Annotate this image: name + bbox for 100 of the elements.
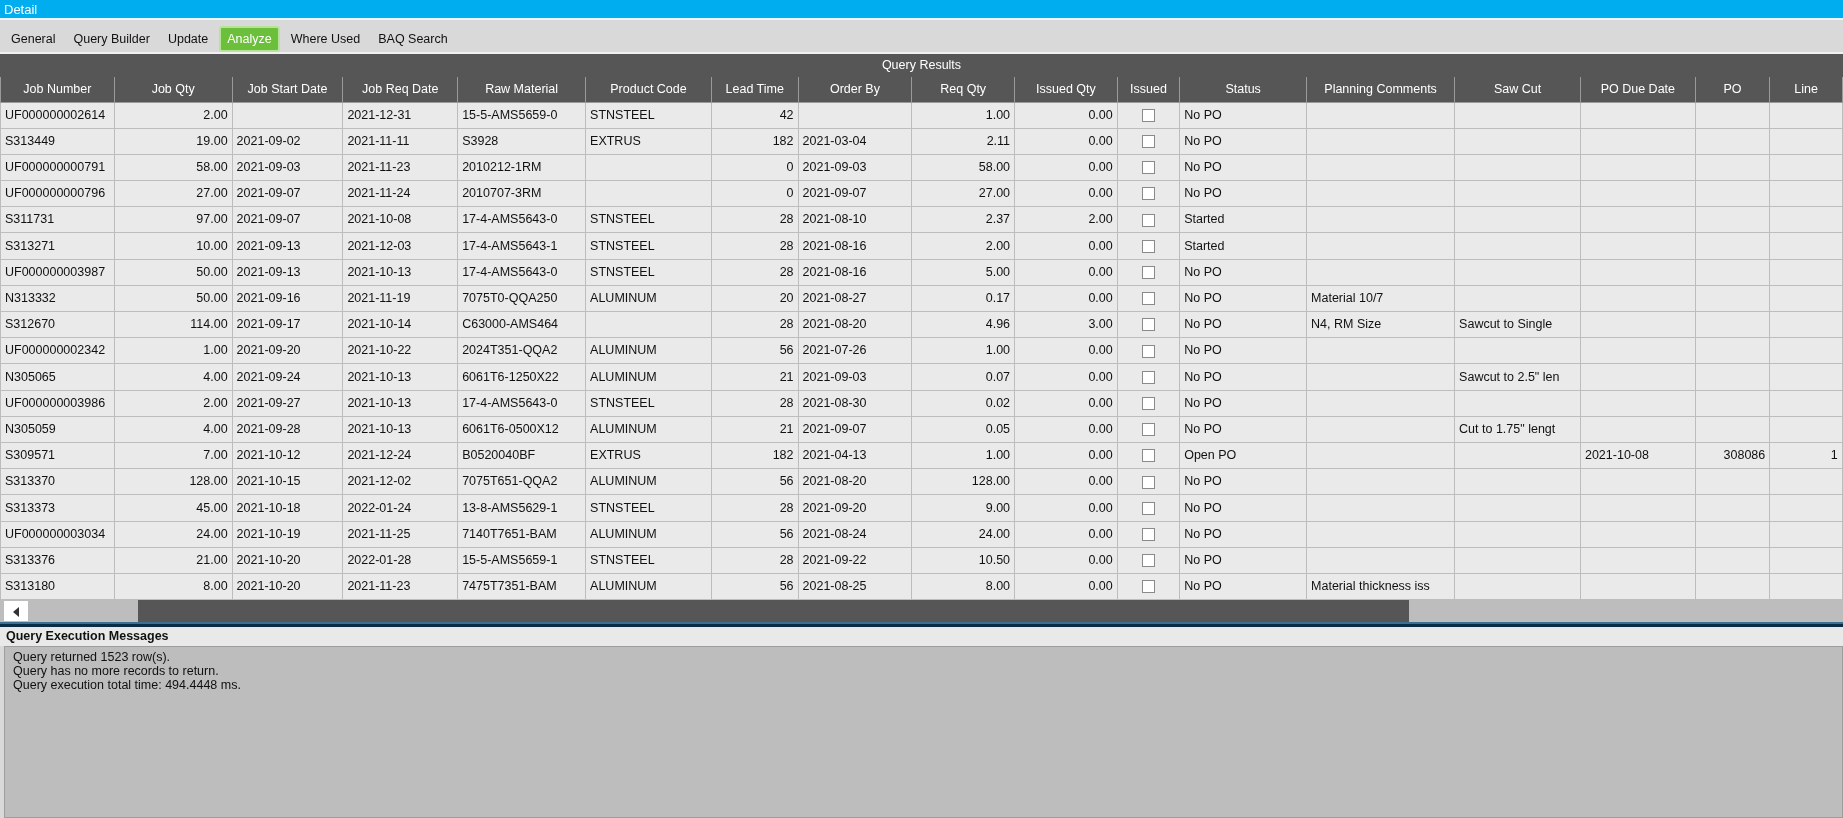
table-cell: 2021-10-18 [232, 494, 343, 521]
table-cell: 182 [711, 128, 799, 155]
table-cell: No PO [1179, 102, 1307, 129]
tab[interactable]: General [4, 26, 63, 52]
table-cell: 2.00 [114, 102, 233, 129]
checkbox[interactable] [1141, 135, 1155, 149]
column-header[interactable]: Planning Comments [1306, 77, 1455, 102]
table-cell: STNSTEEL [585, 547, 712, 574]
column-header[interactable]: Raw Material [457, 77, 586, 102]
table-cell: 21.00 [114, 547, 233, 574]
column-header[interactable]: PO [1695, 77, 1770, 102]
window-title: Detail [0, 0, 1843, 20]
checkbox[interactable] [1141, 266, 1155, 280]
tab[interactable]: Query Builder [66, 26, 157, 52]
table-cell: 128.00 [911, 468, 1015, 495]
checkbox[interactable] [1141, 213, 1155, 227]
table-cell: 15-5-AMS5659-0 [457, 102, 586, 129]
table-cell: 21 [711, 363, 799, 391]
table-cell: 2021-10-20 [232, 573, 343, 600]
table-cell: 2.11 [911, 128, 1015, 155]
table-cell: 56 [711, 521, 799, 548]
table-cell: Sawcut to Single [1454, 311, 1581, 338]
tab[interactable]: Update [160, 26, 216, 52]
table-cell: 17-4-AMS5643-0 [457, 390, 586, 417]
table-cell: 0.00 [1014, 285, 1118, 312]
column-header[interactable]: Order By [798, 77, 912, 102]
table-cell: S313373 [0, 494, 115, 521]
checkbox[interactable] [1141, 475, 1155, 489]
table-cell: 2010707-3RM [457, 180, 586, 207]
table-cell: 4.96 [911, 311, 1015, 338]
column-header[interactable]: Req Qty [911, 77, 1015, 102]
checkbox[interactable] [1141, 318, 1155, 332]
checkbox[interactable] [1141, 501, 1155, 515]
table-cell: 5.00 [911, 259, 1015, 286]
table-cell: ALUMINUM [585, 573, 712, 600]
tab[interactable]: BAQ Search [371, 26, 455, 52]
table-cell: 2021-11-23 [342, 573, 458, 600]
table-cell: 0.00 [1014, 468, 1118, 495]
checkbox[interactable] [1141, 344, 1155, 358]
table-cell: N305065 [0, 363, 115, 391]
table-cell: N313332 [0, 285, 115, 312]
table-cell: UF000000000796 [0, 180, 115, 207]
messages-title: Query Execution Messages [0, 627, 1843, 647]
checkbox[interactable] [1141, 527, 1155, 541]
table-cell: 0.00 [1014, 128, 1118, 155]
checkbox[interactable] [1141, 449, 1155, 463]
table-cell: 56 [711, 468, 799, 495]
table-cell: No PO [1179, 390, 1307, 417]
column-header[interactable]: Job Req Date [342, 77, 458, 102]
table-cell: 2021-11-23 [342, 154, 458, 181]
table-cell: 2021-09-07 [798, 416, 912, 443]
table-cell: ALUMINUM [585, 468, 712, 495]
checkbox[interactable] [1141, 187, 1155, 201]
checkbox[interactable] [1141, 108, 1155, 122]
table-cell: UF000000003034 [0, 521, 115, 548]
table-cell: UF000000000791 [0, 154, 115, 181]
table-cell: 17-4-AMS5643-1 [457, 232, 586, 260]
table-cell: 2021-08-27 [798, 285, 912, 312]
column-header[interactable]: Status [1179, 77, 1307, 102]
column-header[interactable]: Product Code [585, 77, 712, 102]
table-cell: Material 10/7 [1306, 285, 1455, 312]
column-header[interactable]: Job Qty [114, 77, 233, 102]
table-cell: 0.00 [1014, 390, 1118, 417]
tab[interactable]: Where Used [283, 26, 368, 52]
checkbox[interactable] [1141, 239, 1155, 253]
column-header[interactable]: Job Number [0, 77, 115, 102]
table-cell: 2021-09-16 [232, 285, 343, 312]
message-line: Query execution total time: 494.4448 ms. [13, 678, 242, 693]
table-cell: 308086 [1695, 442, 1770, 469]
column-header[interactable]: Job Start Date [232, 77, 343, 102]
column-header[interactable]: Lead Time [711, 77, 799, 102]
table-cell: 2021-10-19 [232, 521, 343, 548]
column-header[interactable]: Issued [1117, 77, 1180, 102]
column-header[interactable]: Issued Qty [1014, 77, 1118, 102]
table-cell: 27.00 [114, 180, 233, 207]
column-header[interactable]: PO Due Date [1580, 77, 1696, 102]
table-cell: No PO [1179, 154, 1307, 181]
checkbox[interactable] [1141, 580, 1155, 594]
horizontal-scrollbar[interactable] [0, 600, 1843, 623]
scroll-thumb[interactable] [138, 600, 1409, 623]
table-cell: 2.00 [911, 232, 1015, 260]
table-cell: 9.00 [911, 494, 1015, 521]
table-cell: 28 [711, 494, 799, 521]
column-header[interactable]: Saw Cut [1454, 77, 1581, 102]
table-cell: 0.05 [911, 416, 1015, 443]
table-cell: 28 [711, 311, 799, 338]
column-header[interactable]: Line [1769, 77, 1843, 102]
checkbox[interactable] [1141, 423, 1155, 437]
scroll-left-button[interactable] [4, 601, 28, 622]
table-cell: 1.00 [911, 102, 1015, 129]
table-cell: 21 [711, 416, 799, 443]
table-cell: EXTRUS [585, 442, 712, 469]
table-cell: 2021-09-03 [232, 154, 343, 181]
table-cell: 114.00 [114, 311, 233, 338]
checkbox[interactable] [1141, 397, 1155, 410]
checkbox[interactable] [1141, 554, 1155, 568]
checkbox[interactable] [1141, 161, 1155, 175]
checkbox[interactable] [1141, 370, 1155, 384]
checkbox[interactable] [1141, 292, 1155, 306]
table-cell: 42 [711, 102, 799, 129]
